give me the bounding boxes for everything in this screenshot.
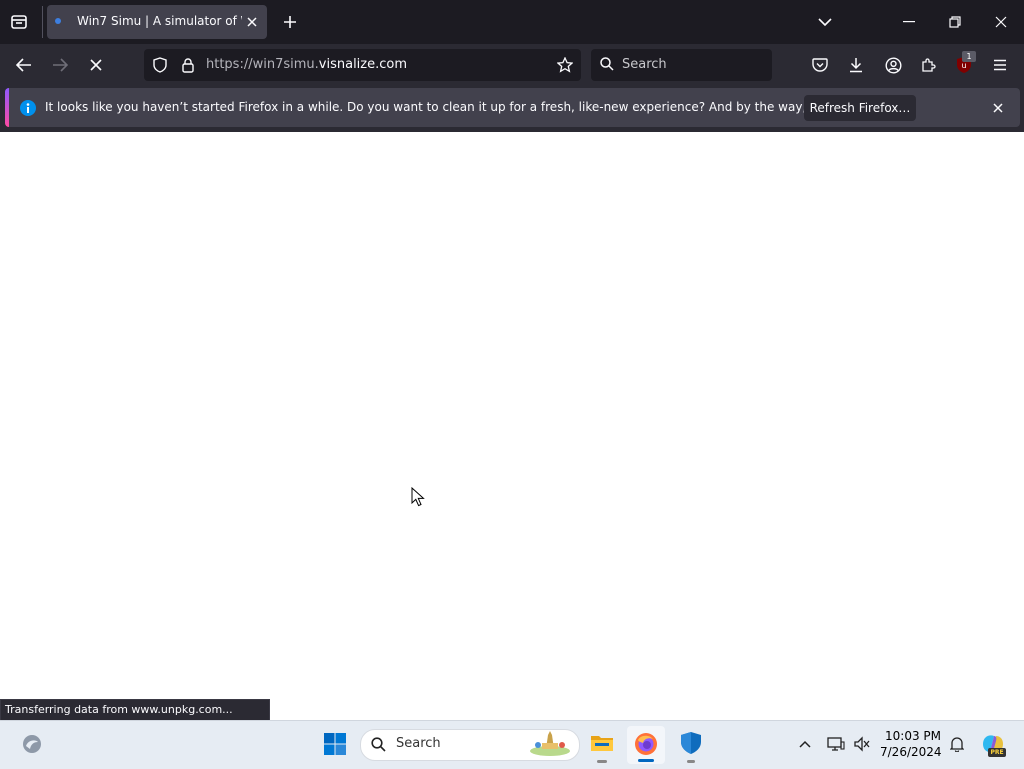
file-explorer-icon[interactable] — [588, 730, 616, 756]
restore-window-icon[interactable] — [942, 11, 968, 33]
lock-icon[interactable] — [178, 55, 198, 75]
notification-message: It looks like you haven’t started Firefo… — [45, 100, 901, 114]
url-text[interactable]: https://win7simu.visnalize.com — [206, 57, 407, 72]
status-panel: Transferring data from www.unpkg.com... — [0, 699, 270, 721]
list-all-tabs-chevron-down-icon[interactable] — [814, 11, 836, 33]
tracking-protection-shield-icon[interactable] — [150, 55, 170, 75]
clock-date[interactable]: 7/26/2024 — [880, 745, 942, 759]
extensions-puzzle-icon[interactable] — [917, 53, 941, 77]
firefox-icon[interactable] — [632, 731, 660, 757]
clock-time[interactable]: 10:03 PM — [885, 729, 941, 743]
info-icon — [20, 100, 36, 116]
security-running-indicator — [687, 760, 695, 763]
account-icon[interactable] — [881, 53, 905, 77]
back-arrow-icon[interactable] — [12, 53, 36, 77]
firefox-active-indicator — [638, 759, 654, 762]
forward-arrow-icon[interactable] — [48, 53, 72, 77]
url-prefix: https://win7simu. — [206, 57, 319, 72]
file-explorer-running-indicator — [597, 760, 607, 763]
search-bar[interactable] — [591, 49, 772, 81]
stop-loading-icon[interactable] — [84, 53, 108, 77]
hamburger-menu-icon[interactable] — [988, 53, 1012, 77]
start-windows-icon[interactable] — [321, 730, 349, 758]
notification-accent-stripe — [5, 88, 9, 127]
svg-text:u: u — [961, 61, 966, 70]
close-icon[interactable] — [244, 14, 260, 30]
widgets-icon[interactable] — [20, 732, 44, 756]
display-network-icon[interactable] — [826, 734, 846, 754]
url-domain: visnalize.com — [318, 57, 408, 72]
bookmark-star-icon[interactable] — [555, 55, 575, 75]
tab-title: Win7 Simu | A simulator of Windows 7 — [77, 14, 242, 28]
notification-bell-icon[interactable] — [947, 734, 967, 754]
firefox-view-icon[interactable] — [8, 11, 30, 33]
dismiss-notification-close-icon[interactable] — [990, 100, 1006, 116]
volume-muted-icon[interactable] — [852, 734, 872, 754]
downloads-icon[interactable] — [844, 53, 868, 77]
refresh-firefox-button[interactable]: Refresh Firefox… — [804, 95, 916, 121]
page-content[interactable] — [0, 132, 1024, 720]
tab-favicon-icon — [55, 18, 61, 24]
taskbar-search-label: Search — [396, 736, 441, 751]
tab-separator — [42, 6, 43, 38]
windows-security-shield-icon[interactable] — [677, 730, 705, 756]
show-hidden-icons-chevron-up-icon[interactable] — [796, 736, 814, 752]
copilot-preview-badge: PRE — [988, 748, 1006, 757]
search-icon — [598, 55, 616, 73]
search-placeholder: Search — [622, 57, 667, 72]
minimize-window-icon[interactable] — [896, 11, 922, 33]
taskbar-search-icon — [370, 736, 386, 752]
mouse-cursor-icon — [411, 486, 425, 507]
ublock-badge: 1 — [962, 51, 976, 62]
pocket-icon[interactable] — [808, 53, 832, 77]
close-window-icon[interactable] — [988, 11, 1014, 33]
new-tab-plus-icon[interactable] — [279, 11, 301, 33]
search-highlight-illustration-icon — [528, 731, 572, 757]
